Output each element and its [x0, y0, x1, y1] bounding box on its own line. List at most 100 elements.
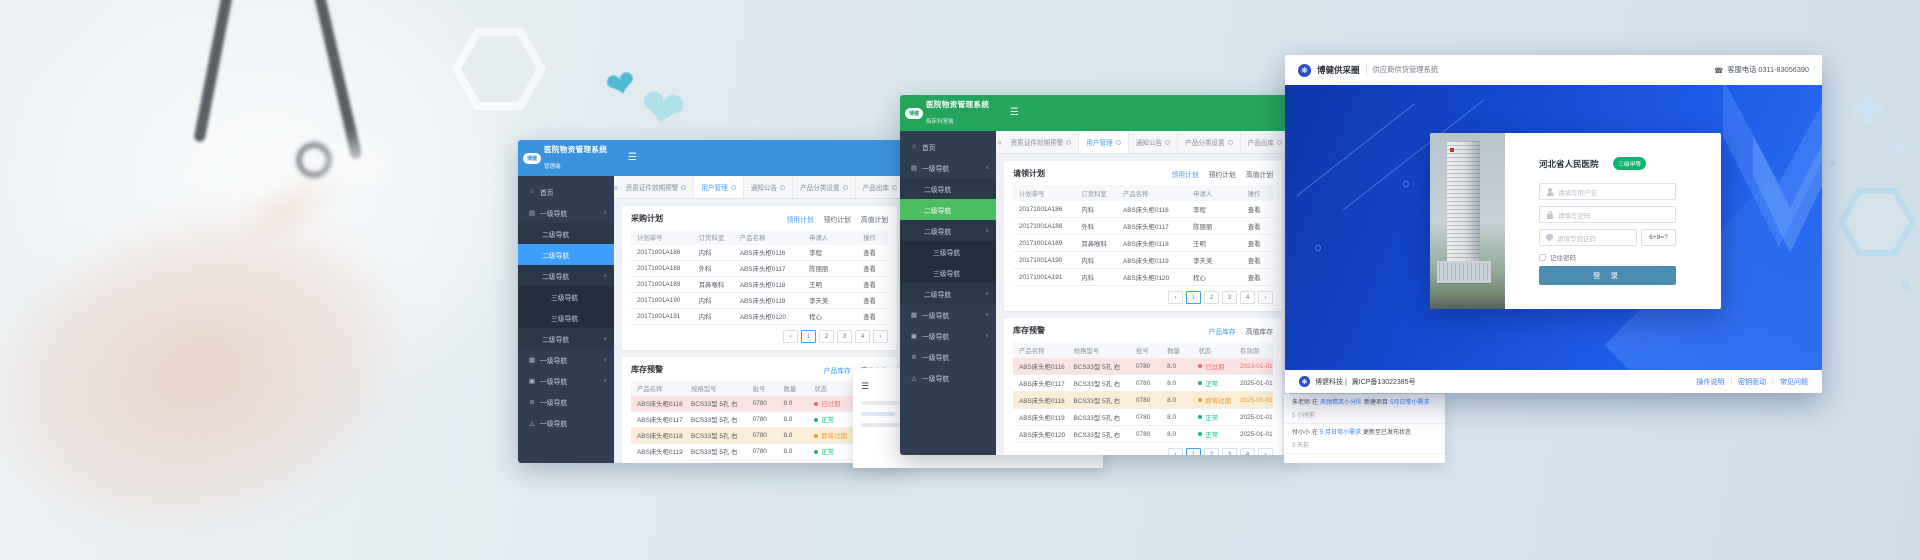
page-2[interactable]: 2 [1204, 291, 1219, 304]
sidebar-label: 一级导航 [922, 373, 949, 383]
sidebar-item-nav2[interactable]: 二级导航 [900, 178, 996, 199]
cell: 20171001A186 [1013, 201, 1075, 218]
checkbox-icon[interactable] [1539, 254, 1546, 261]
hamburger-icon[interactable]: ☰ [1010, 108, 1019, 118]
link-operation-guide[interactable]: 操作说明 [1696, 377, 1724, 387]
view-link[interactable]: 查看 [857, 261, 888, 277]
cell: 20171001A188 [1013, 218, 1075, 235]
sidebar-item-nav1[interactable]: △一级导航 [900, 367, 996, 388]
tab-notice[interactable]: 通知公告 [744, 176, 793, 198]
view-link[interactable]: 查看 [1242, 201, 1273, 218]
page-3[interactable]: 3 [1222, 448, 1237, 455]
sidebar-item-nav1[interactable]: ▦一级导航∨ [518, 349, 614, 370]
tab-user-management[interactable]: 用户管理 [694, 176, 743, 198]
sidebar-item-nav1[interactable]: ▣一级导航∨ [900, 325, 996, 346]
link-faq[interactable]: 常见问题 [1780, 377, 1808, 387]
sidebar-item-nav1[interactable]: ▤一级导航∧ [900, 157, 996, 178]
sidebar-item-nav3[interactable]: 三级导航 [518, 286, 614, 307]
feed-link[interactable]: 5月日常小需求 [1390, 400, 1429, 406]
captcha-input[interactable]: 请填写验证码 [1539, 229, 1637, 246]
sidebar-item-nav1[interactable]: ▦一级导航∨ [900, 304, 996, 325]
link-highvalue-plan[interactable]: 高值计划 [861, 214, 888, 224]
page-4[interactable]: 4 [1240, 448, 1255, 455]
sidebar-item-nav3[interactable]: 三级导航 [900, 241, 996, 262]
cell: ABS床头柜0117 [1117, 218, 1187, 235]
link-highvalue-plan[interactable]: 高值计划 [1246, 169, 1273, 179]
sidebar-item-nav1[interactable]: ▤一级导航∧ [518, 202, 614, 223]
sidebar-item-home[interactable]: ⌂首页 [900, 136, 996, 157]
page-next[interactable]: › [1258, 291, 1273, 304]
tab-product-outbound[interactable]: 产品出库 [1241, 131, 1290, 153]
page-next[interactable]: › [1258, 448, 1273, 455]
view-link[interactable]: 查看 [1242, 218, 1273, 235]
tab-product-outbound[interactable]: 产品出库 [856, 176, 905, 198]
view-link[interactable]: 查看 [857, 309, 888, 325]
feed-link[interactable]: 风驰精英小分队 [1320, 400, 1362, 406]
view-link[interactable]: 查看 [857, 277, 888, 293]
view-link[interactable]: 查看 [857, 293, 888, 309]
password-input[interactable]: 请填写密码 [1539, 206, 1676, 223]
page-1[interactable]: 1 [801, 330, 816, 343]
link-highvalue-stock[interactable]: 高值库存 [1246, 326, 1273, 336]
view-link[interactable]: 查看 [1242, 269, 1273, 286]
remember-me[interactable]: 记住密码 [1539, 252, 1576, 262]
sidebar-item-nav3[interactable]: 三级导航 [518, 307, 614, 328]
status-badge: 正常 [1205, 430, 1218, 439]
sidebar-item-nav2-active[interactable]: 二级导航 [900, 199, 996, 220]
link-requisition-plan[interactable]: 领用计划 [786, 214, 813, 224]
stock-card: 库存预警 产品库存 高值库存 产品名称 规格型号 批号 数量 [1004, 318, 1282, 455]
status-dot [1198, 364, 1202, 368]
link-reserve-plan[interactable]: 预约计划 [824, 214, 851, 224]
tab-category-settings[interactable]: 产品分类设置 [1178, 131, 1241, 153]
page-prev[interactable]: ‹ [1168, 291, 1183, 304]
sidebar-item-nav1[interactable]: ⊘一级导航 [518, 391, 614, 412]
sidebar-item-nav2[interactable]: 二级导航∨ [518, 328, 614, 349]
hamburger-icon[interactable]: ☰ [861, 381, 869, 391]
tab-cert-warning[interactable]: 资质证件效期预警 [1004, 131, 1080, 153]
sidebar-item-nav2[interactable]: 二级导航 [518, 223, 614, 244]
username-input[interactable]: 请填写用户名 [1539, 183, 1676, 200]
cell: 耳鼻喉科 [1075, 235, 1117, 252]
link-reserve-plan[interactable]: 预约计划 [1209, 169, 1236, 179]
sidebar-item-nav3[interactable]: 三级导航 [900, 262, 996, 283]
view-link[interactable]: 查看 [1242, 252, 1273, 269]
page-2[interactable]: 2 [819, 330, 834, 343]
link-key-driver[interactable]: 密钥驱动 [1738, 377, 1766, 387]
collapse-tabs-icon[interactable]: « [996, 131, 1004, 153]
page-next[interactable]: › [873, 330, 888, 343]
page-1[interactable]: 1 [1186, 448, 1201, 455]
sidebar-item-home[interactable]: ⌂首页 [518, 181, 614, 202]
tab-cert-warning[interactable]: 资质证件效期预警 [619, 176, 695, 198]
cell: ABS床头柜0117 [1013, 375, 1068, 392]
status-cell: 即将过期 [1192, 392, 1234, 409]
sidebar-item-nav1[interactable]: △一级导航 [518, 412, 614, 433]
page-prev[interactable]: ‹ [1168, 448, 1183, 455]
link-requisition-plan[interactable]: 领用计划 [1171, 169, 1198, 179]
sidebar-item-nav1[interactable]: ▣一级导航∨ [518, 370, 614, 391]
view-link[interactable]: 查看 [857, 245, 888, 261]
sidebar-item-nav2[interactable]: 二级导航∧ [518, 265, 614, 286]
sidebar-item-nav1[interactable]: ⊘一级导航 [900, 346, 996, 367]
page-2[interactable]: 2 [1204, 448, 1219, 455]
link-product-stock[interactable]: 产品库存 [824, 365, 851, 375]
page-3[interactable]: 3 [837, 330, 852, 343]
sidebar-item-nav2[interactable]: 二级导航∨ [900, 283, 996, 304]
link-product-stock[interactable]: 产品库存 [1209, 326, 1236, 336]
tab-category-settings[interactable]: 产品分类设置 [793, 176, 856, 198]
page-4[interactable]: 4 [1240, 291, 1255, 304]
tab-notice[interactable]: 通知公告 [1129, 131, 1178, 153]
page-3[interactable]: 3 [1222, 291, 1237, 304]
feed-link[interactable]: 5 月日常小需求 [1320, 430, 1361, 436]
sidebar-item-nav2-active[interactable]: 二级导航 [518, 244, 614, 265]
sidebar-label: 三级导航 [933, 247, 960, 257]
tab-user-management[interactable]: 用户管理 [1079, 131, 1128, 153]
page-prev[interactable]: ‹ [783, 330, 798, 343]
feed-text: 新建项目 [1364, 400, 1388, 406]
view-link[interactable]: 查看 [1242, 235, 1273, 252]
captcha-question[interactable]: 6+8=? [1641, 229, 1676, 246]
login-button[interactable]: 登 录 [1539, 266, 1676, 285]
page-4[interactable]: 4 [855, 330, 870, 343]
page-1[interactable]: 1 [1186, 291, 1201, 304]
sidebar-item-nav2[interactable]: 二级导航∧ [900, 220, 996, 241]
hamburger-icon[interactable]: ☰ [628, 153, 637, 163]
